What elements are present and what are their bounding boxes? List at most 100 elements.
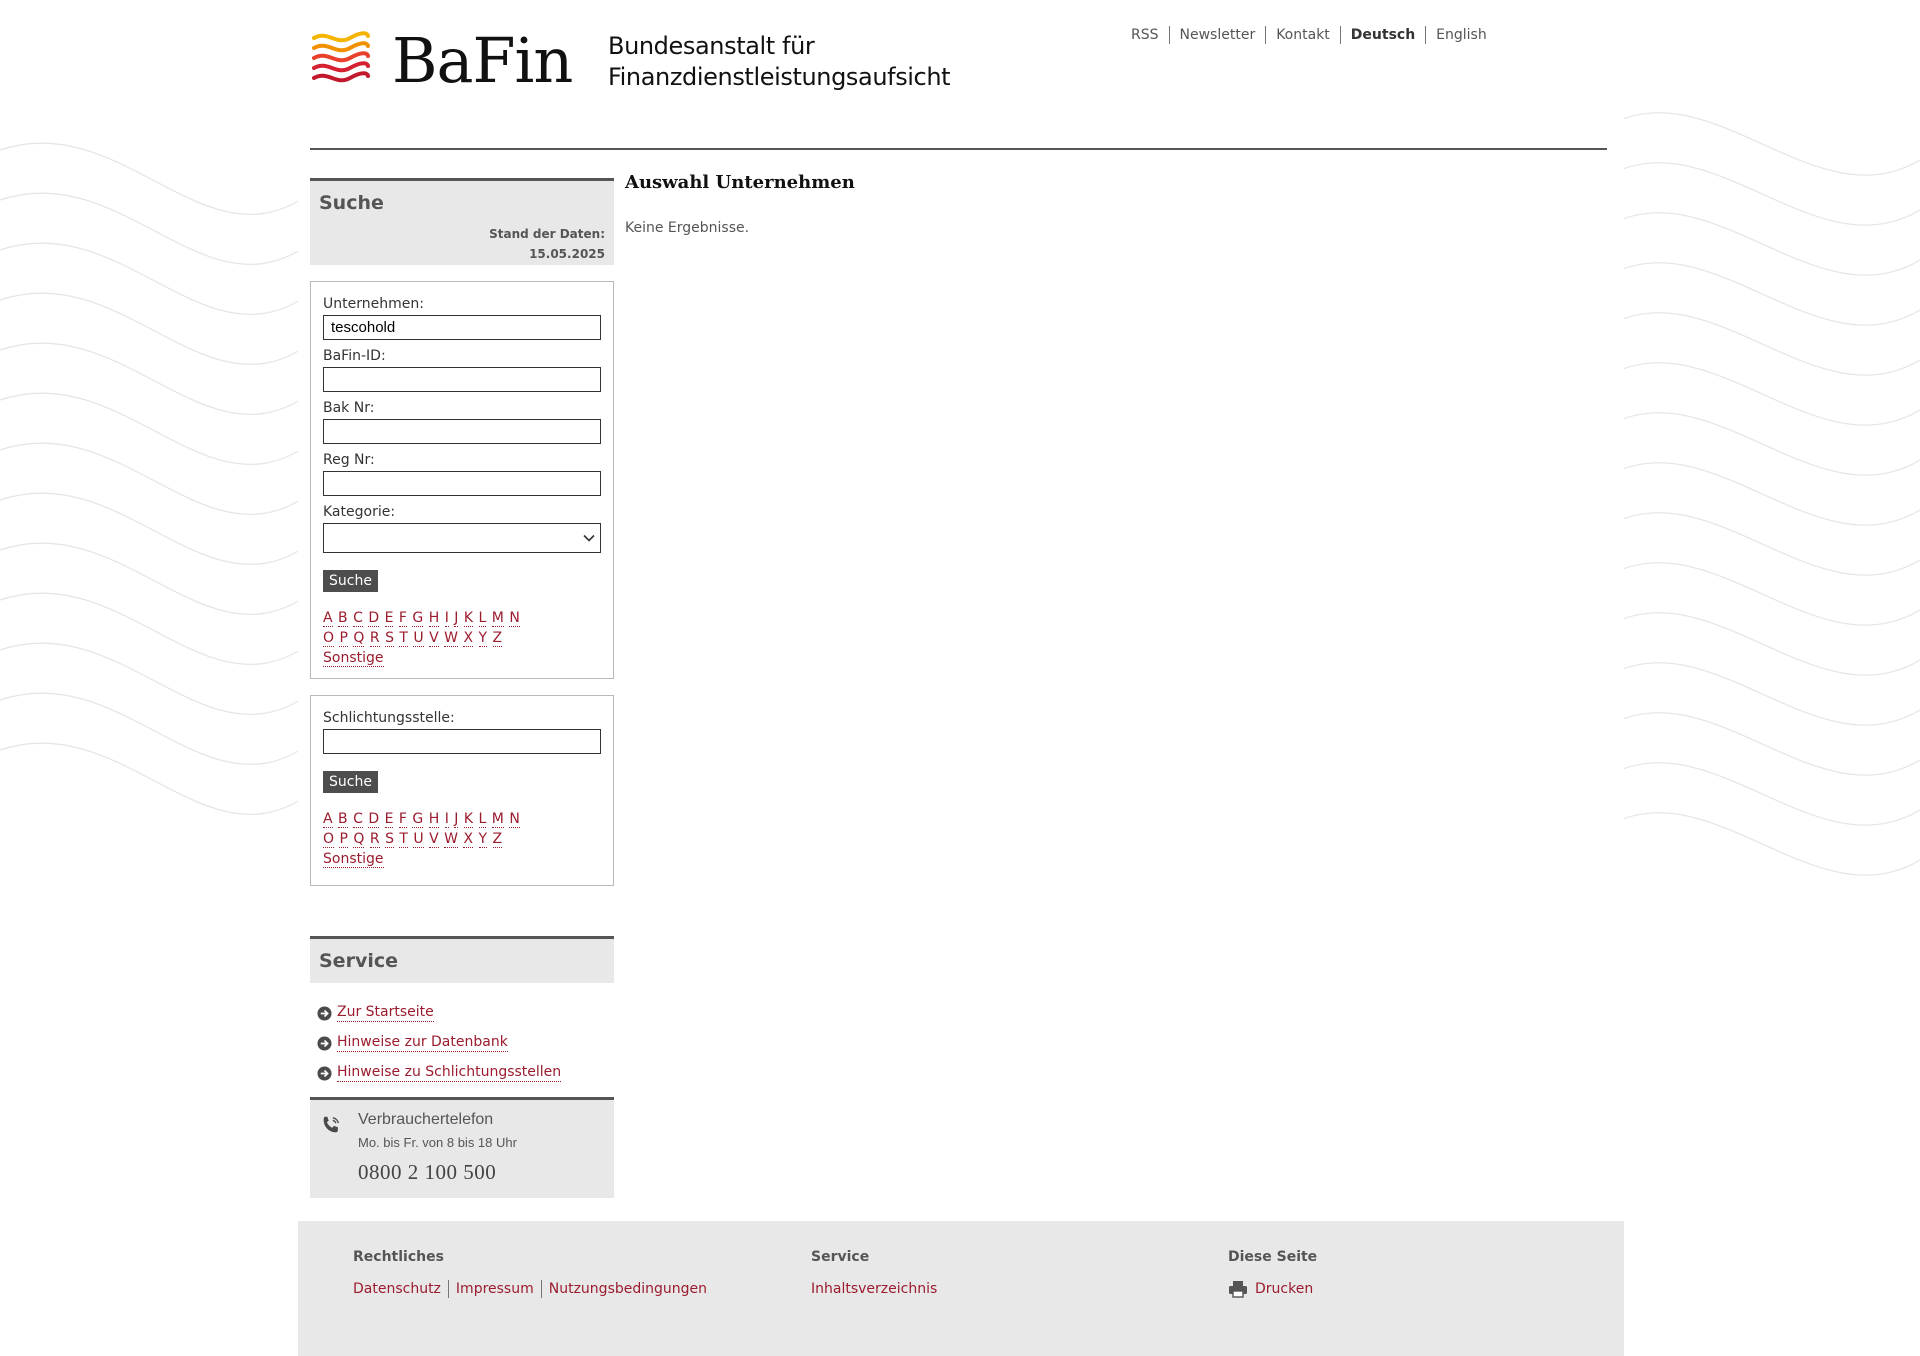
schlichtung-alphabet-letter-link[interactable]: B: [338, 811, 348, 828]
schlichtung-alphabet-letter-link[interactable]: Y: [478, 831, 488, 848]
alphabet-letter-link[interactable]: P: [339, 630, 348, 647]
alphabet-letter-link[interactable]: J: [454, 610, 459, 627]
schlichtung-alphabet-letter-link[interactable]: R: [369, 831, 380, 848]
schlichtung-alphabet-letter-link[interactable]: O: [323, 831, 335, 848]
result-message: Keine Ergebnisse.: [625, 220, 750, 236]
footer-service: Service Inhaltsverzeichnis: [811, 1249, 944, 1298]
alphabet-letter-link[interactable]: O: [323, 630, 335, 647]
schlichtung-alphabet-letter-link[interactable]: N: [509, 811, 520, 828]
schlichtung-alphabet-letter-link[interactable]: K: [463, 811, 474, 828]
schlichtung-input[interactable]: [323, 729, 601, 754]
nav-english[interactable]: English: [1425, 26, 1497, 44]
schlichtung-alphabet-letter-link[interactable]: T: [399, 831, 408, 848]
schlichtung-alphabet-letter-link[interactable]: X: [463, 831, 474, 848]
footer: Rechtliches Datenschutz Impressum Nutzun…: [298, 1221, 1624, 1356]
alphabet-letter-link[interactable]: W: [444, 630, 458, 647]
alphabet-letter-link[interactable]: K: [463, 610, 474, 627]
alphabet-letter-link[interactable]: F: [398, 610, 407, 627]
unternehmen-label: Unternehmen:: [323, 296, 424, 312]
reg-nr-input[interactable]: [323, 471, 601, 496]
alphabet-letter-link[interactable]: G: [412, 610, 424, 627]
arrow-circle-icon: [317, 1005, 332, 1021]
alphabet-letter-link[interactable]: U: [413, 630, 424, 647]
alphabet-letter-link[interactable]: Q: [353, 630, 365, 647]
schlichtung-alphabet-letter-link[interactable]: C: [353, 811, 363, 828]
bak-nr-input[interactable]: [323, 419, 601, 444]
schlichtung-alphabet-letter-link[interactable]: Z: [492, 831, 503, 848]
schlichtung-alphabet-letter-link[interactable]: U: [413, 831, 424, 848]
printer-icon: [1229, 1281, 1247, 1298]
schlichtung-alphabet-letter-link[interactable]: Q: [353, 831, 365, 848]
footer-link-impressum[interactable]: Impressum: [447, 1280, 541, 1298]
consumer-phone-box: Verbrauchertelefon Mo. bis Fr. von 8 bis…: [310, 1097, 614, 1198]
alphabet-letter-link[interactable]: X: [463, 630, 474, 647]
alphabet-letter-link[interactable]: S: [385, 630, 394, 647]
schlichtung-alphabet-letter-link[interactable]: I: [444, 811, 449, 828]
footer-link-nutzungsbedingungen[interactable]: Nutzungsbedingungen: [540, 1280, 714, 1298]
alphabet-letter-link[interactable]: N: [509, 610, 520, 627]
alphabet-letter-link[interactable]: M: [491, 610, 504, 627]
schlichtung-alphabet-letter-link[interactable]: M: [491, 811, 504, 828]
alphabet-letter-link[interactable]: Y: [478, 630, 488, 647]
logo-subtitle: Bundesanstalt für Finanzdienstleistungsa…: [608, 32, 951, 91]
nav-newsletter[interactable]: Newsletter: [1168, 26, 1266, 44]
kategorie-select[interactable]: [323, 523, 601, 553]
alphabet-letter-link[interactable]: A: [323, 610, 333, 627]
service-link-schlichtungsstellen[interactable]: Hinweise zu Schlichtungsstellen: [317, 1058, 614, 1088]
alphabet-letter-link[interactable]: T: [399, 630, 408, 647]
schlichtung-alphabet-letter-link[interactable]: E: [384, 811, 394, 828]
alphabet-letter-link[interactable]: L: [478, 610, 487, 627]
main-content: Auswahl Unternehmen Keine Ergebnisse.: [625, 172, 1605, 236]
service-link-startseite[interactable]: Zur Startseite: [317, 998, 614, 1028]
nav-deutsch[interactable]: Deutsch: [1339, 26, 1425, 44]
top-navigation: RSS Newsletter Kontakt Deutsch English: [1131, 26, 1497, 44]
service-links: Zur Startseite Hinweise zur Datenbank Hi…: [310, 983, 614, 1088]
bafin-id-input[interactable]: [323, 367, 601, 392]
service-link-datenbank[interactable]: Hinweise zur Datenbank: [317, 1028, 614, 1058]
schlichtung-alphabet-letter-link[interactable]: F: [398, 811, 407, 828]
alphabet-letter-link[interactable]: V: [429, 630, 439, 647]
schlichtung-alphabet-letter-link[interactable]: G: [412, 811, 424, 828]
alphabet-letter-link[interactable]: Z: [492, 630, 503, 647]
phone-number[interactable]: 0800 2 100 500: [358, 1160, 496, 1185]
schlichtung-alphabet-letter-link[interactable]: W: [444, 831, 458, 848]
header-divider: [310, 148, 1607, 150]
schlichtung-alphabet-index: A B C D E F G H I J K L M N O P Q R S T …: [323, 809, 601, 869]
data-date: Stand der Daten: 15.05.2025: [489, 227, 605, 261]
nav-kontakt[interactable]: Kontakt: [1265, 26, 1340, 44]
phone-title: Verbrauchertelefon: [358, 1111, 494, 1128]
alphabet-row-2: O P Q R S T U V W X Y Z: [323, 628, 601, 648]
alphabet-letter-link[interactable]: D: [368, 610, 380, 627]
search-button[interactable]: Suche: [323, 570, 378, 592]
alphabet-letter-link[interactable]: I: [444, 610, 449, 627]
schlichtung-alphabet-letter-link[interactable]: V: [429, 831, 439, 848]
footer-link-inhaltsverzeichnis[interactable]: Inhaltsverzeichnis: [811, 1280, 944, 1298]
schlichtung-other-link[interactable]: Sonstige: [323, 851, 384, 868]
alphabet-letter-link[interactable]: R: [369, 630, 380, 647]
alphabet-index: A B C D E F G H I J K L M N O P Q R S T …: [323, 608, 601, 668]
print-link[interactable]: Drucken: [1228, 1280, 1317, 1298]
alphabet-letter-link[interactable]: C: [353, 610, 363, 627]
schlichtung-alphabet-letter-link[interactable]: D: [368, 811, 380, 828]
nav-rss[interactable]: RSS: [1131, 26, 1169, 44]
alphabet-letter-link[interactable]: H: [428, 610, 440, 627]
schlichtung-alphabet-letter-link[interactable]: L: [478, 811, 487, 828]
unternehmen-input[interactable]: [323, 315, 601, 340]
alphabet-letter-link[interactable]: E: [384, 610, 394, 627]
schlichtung-alphabet-letter-link[interactable]: H: [428, 811, 440, 828]
schlichtung-alphabet-letter-link[interactable]: P: [339, 831, 348, 848]
schlichtung-alphabet-letter-link[interactable]: J: [454, 811, 459, 828]
bafin-id-label: BaFin-ID:: [323, 348, 386, 364]
alphabet-other-link[interactable]: Sonstige: [323, 650, 384, 667]
schlichtung-alphabet-letter-link[interactable]: A: [323, 811, 333, 828]
company-search-form: Unternehmen: BaFin-ID: Bak Nr: Reg Nr: K…: [310, 281, 614, 679]
schlichtung-label: Schlichtungsstelle:: [323, 710, 455, 726]
arrow-circle-icon: [317, 1065, 332, 1081]
footer-service-title: Service: [811, 1249, 870, 1265]
alphabet-letter-link[interactable]: B: [338, 610, 348, 627]
schlichtung-search-button[interactable]: Suche: [323, 771, 378, 793]
page-container: BaFin Bundesanstalt für Finanzdienstleis…: [298, 0, 1624, 1356]
schlichtung-alphabet-letter-link[interactable]: S: [385, 831, 394, 848]
bafin-logo[interactable]: BaFin: [310, 30, 573, 92]
footer-link-datenschutz[interactable]: Datenschutz: [353, 1280, 448, 1298]
